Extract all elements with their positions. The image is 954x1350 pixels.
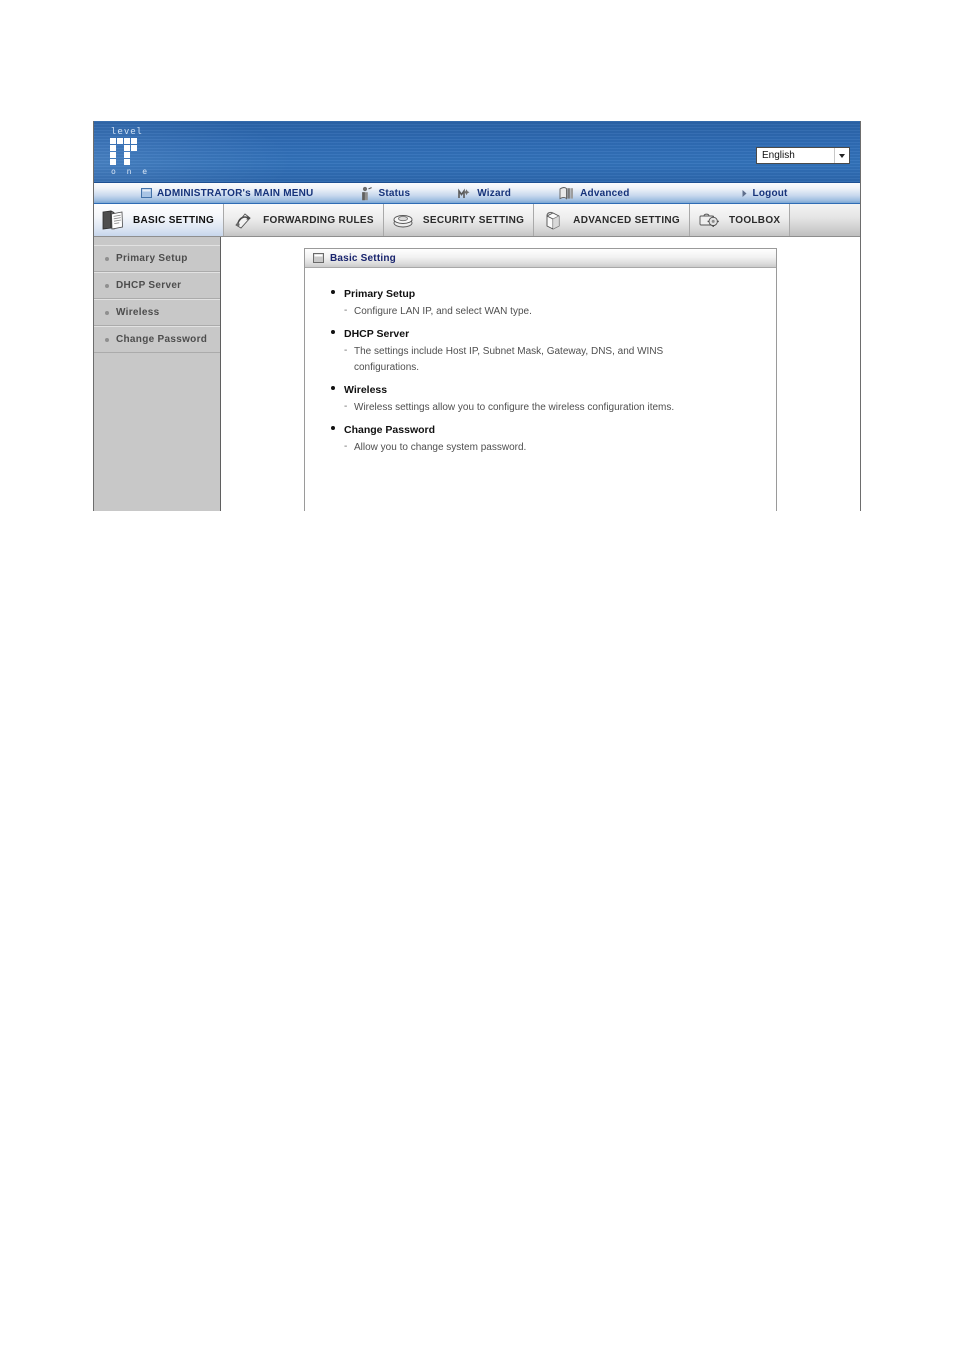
tab-basic-setting[interactable]: BASIC SETTING	[94, 204, 225, 236]
tab-advanced-setting[interactable]: ADVANCED SETTING	[534, 204, 691, 236]
section-primary-setup-description: - Configure LAN IP, and select WAN type.	[331, 304, 724, 320]
logo-bottom-text: o n e	[111, 167, 151, 176]
dash-icon: -	[344, 441, 348, 452]
sidebar-item-dhcp-server-label: DHCP Server	[116, 280, 182, 291]
section-dhcp-server-description: - The settings include Host IP, Subnet M…	[331, 344, 724, 376]
shield-disc-icon	[393, 215, 413, 228]
administrator-menu-bar: ADMINISTRATOR's MAIN MENU Status Wizard	[94, 183, 860, 204]
section-wireless-heading-text: Wireless	[344, 384, 388, 396]
bullet-icon	[331, 330, 335, 334]
router-admin-window: level o n e English ADMINISTRATOR's MAIN…	[93, 121, 861, 511]
sidebar-item-primary-setup[interactable]: Primary Setup	[94, 245, 220, 272]
sidebar-menu: Primary Setup DHCP Server Wireless Chang…	[94, 237, 221, 511]
section-dhcp-server-heading: DHCP Server	[331, 324, 766, 344]
section-wireless-heading: Wireless	[331, 380, 766, 400]
section-dhcp-server-heading-text: DHCP Server	[344, 328, 410, 340]
levelone-logo: level o n e	[107, 127, 161, 177]
wizard-wand-icon	[458, 188, 470, 198]
basic-setting-panel: Basic Setting Primary Setup - Configure …	[304, 248, 777, 511]
section-wireless-description: - Wireless settings allow you to configu…	[331, 400, 724, 416]
sidebar-item-wireless[interactable]: Wireless	[94, 299, 220, 326]
section-primary-setup: Primary Setup - Configure LAN IP, and se…	[331, 284, 766, 320]
menu-item-logout-label: Logout	[752, 187, 788, 199]
chevron-down-icon	[834, 148, 849, 163]
section-wireless-description-text: Wireless settings allow you to configure…	[354, 402, 675, 413]
sidebar-item-change-password-label: Change Password	[116, 334, 208, 345]
cube-icon	[546, 211, 560, 230]
section-primary-setup-heading: Primary Setup	[331, 284, 766, 304]
sidebar-item-dhcp-server[interactable]: DHCP Server	[94, 272, 220, 299]
tab-security-setting[interactable]: SECURITY SETTING	[383, 204, 535, 236]
dash-icon: -	[344, 345, 348, 356]
sidebar-item-primary-setup-label: Primary Setup	[116, 253, 188, 264]
arrow-right-icon	[742, 189, 747, 197]
arrow-loop-icon	[235, 213, 251, 229]
section-dhcp-server-description-text: The settings include Host IP, Subnet Mas…	[354, 346, 664, 373]
panel-title-bar: Basic Setting	[305, 249, 776, 268]
toolbox-gear-icon	[699, 213, 719, 227]
bullet-icon	[331, 426, 335, 430]
menu-item-wizard[interactable]: Wizard	[410, 183, 511, 203]
bullet-icon	[331, 386, 335, 390]
menu-item-advanced[interactable]: Advanced	[511, 183, 629, 203]
logo-mark-icon	[110, 138, 137, 165]
status-person-icon	[362, 186, 373, 200]
admin-main-menu-item[interactable]: ADMINISTRATOR's MAIN MENU	[94, 183, 313, 203]
section-change-password-description: - Allow you to change system password.	[331, 440, 724, 456]
tab-toolbox[interactable]: TOOLBOX	[690, 204, 791, 236]
advanced-book-icon	[559, 187, 574, 200]
menu-item-wizard-label: Wizard	[477, 187, 512, 199]
header-banner: level o n e English	[94, 121, 860, 183]
main-tab-bar: BASIC SETTING FORWARDING RULES SECURITY …	[94, 204, 860, 237]
window-icon	[313, 253, 324, 263]
logo-top-text: level	[111, 127, 144, 137]
section-primary-setup-heading-text: Primary Setup	[344, 288, 416, 300]
panel-body: Primary Setup - Configure LAN IP, and se…	[305, 268, 776, 456]
body-area: Primary Setup DHCP Server Wireless Chang…	[94, 237, 860, 511]
bullet-icon	[331, 290, 335, 294]
section-change-password: Change Password - Allow you to change sy…	[331, 420, 766, 456]
dash-icon: -	[344, 401, 348, 412]
menu-item-logout[interactable]: Logout	[630, 183, 788, 203]
tab-security-setting-label: SECURITY SETTING	[422, 214, 525, 226]
section-wireless: Wireless - Wireless settings allow you t…	[331, 380, 766, 416]
menu-item-advanced-label: Advanced	[580, 187, 630, 199]
section-change-password-heading-text: Change Password	[344, 424, 436, 436]
section-primary-setup-description-text: Configure LAN IP, and select WAN type.	[354, 306, 532, 317]
sidebar-item-change-password[interactable]: Change Password	[94, 326, 220, 353]
language-select-value: English	[762, 150, 795, 161]
section-change-password-description-text: Allow you to change system password.	[354, 442, 527, 453]
page-root: level o n e English ADMINISTRATOR's MAIN…	[0, 0, 954, 1350]
window-icon	[141, 188, 152, 198]
dash-icon: -	[344, 305, 348, 316]
panel-title-text: Basic Setting	[330, 252, 396, 264]
menu-item-status-label: Status	[378, 187, 411, 199]
content-area: Basic Setting Primary Setup - Configure …	[221, 237, 860, 511]
admin-main-menu-label: ADMINISTRATOR's MAIN MENU	[157, 187, 314, 199]
tab-basic-setting-label: BASIC SETTING	[133, 214, 215, 226]
tab-forwarding-rules-label: FORWARDING RULES	[263, 214, 374, 226]
section-dhcp-server: DHCP Server - The settings include Host …	[331, 324, 766, 376]
language-select[interactable]: English	[756, 147, 850, 164]
tab-toolbox-label: TOOLBOX	[729, 214, 781, 226]
book-notes-icon	[102, 210, 123, 230]
section-change-password-heading: Change Password	[331, 420, 766, 440]
menu-item-status[interactable]: Status	[313, 183, 410, 203]
sidebar-item-wireless-label: Wireless	[116, 307, 160, 318]
tab-forwarding-rules[interactable]: FORWARDING RULES	[224, 204, 384, 236]
tab-advanced-setting-label: ADVANCED SETTING	[573, 214, 681, 226]
